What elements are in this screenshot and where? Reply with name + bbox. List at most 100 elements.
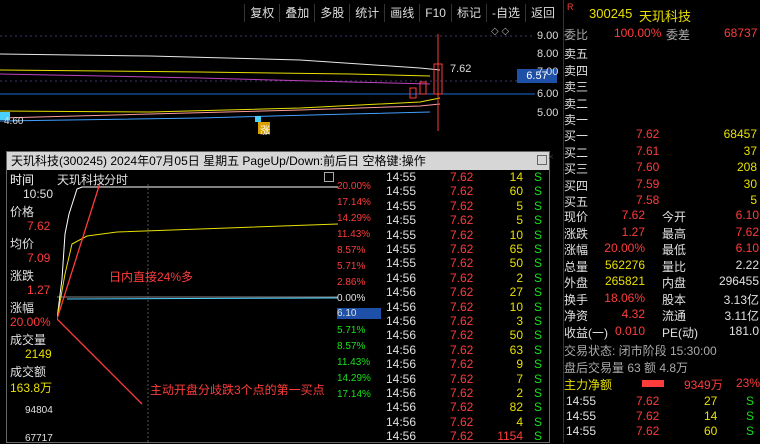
stat-value: 296455: [718, 274, 759, 288]
tick-volume: 63: [509, 342, 523, 357]
toolbar-button[interactable]: F10: [419, 4, 451, 22]
stat-value: 4.32: [621, 307, 645, 321]
vol-value: 2149: [25, 347, 52, 361]
stat-label: 内盘: [662, 276, 687, 290]
tick-volume: 50: [509, 256, 523, 271]
tick-side: S: [534, 357, 543, 372]
stat-value: 6.10: [735, 241, 759, 255]
ask-level: 卖一: [564, 113, 589, 127]
amt-label: 成交额: [10, 365, 47, 379]
popup-title[interactable]: 天玑科技(300245) 2024年07月05日 星期五 PageUp/Down…: [7, 152, 549, 170]
panel-toggle-icon[interactable]: [324, 172, 334, 182]
toolbar-button[interactable]: 返回: [524, 4, 560, 22]
tick-side: S: [534, 314, 543, 328]
bid-volume: 208: [736, 160, 757, 174]
stock-name: 天玑科技: [639, 9, 692, 24]
tick-row: 14:55 7.62 50 S: [382, 256, 551, 271]
stat-value: 7.62: [735, 224, 759, 239]
stat-value: 265821: [604, 274, 645, 288]
toolbar-button[interactable]: 画线: [384, 4, 419, 22]
order-ratio-row: 委比 100.00% 委差 68737: [564, 26, 760, 43]
maximize-icon[interactable]: [537, 155, 547, 165]
badge: R: [567, 2, 574, 12]
tick-time: 14:56: [386, 357, 417, 372]
tick-price: 7.62: [450, 256, 474, 271]
diamond-icon[interactable]: ◇ ◇: [491, 26, 509, 37]
bid-row: 买三 7.60 208: [564, 160, 760, 177]
tick-side: S: [534, 184, 543, 199]
status-text: 交易状态: 闭市阶段 15:30:00: [564, 344, 717, 358]
toolbar-button[interactable]: 多股: [314, 4, 349, 22]
tick-volume: 5: [516, 213, 523, 228]
tick-side: S: [534, 371, 543, 386]
annotation-text-1: 日内直接24%多: [109, 270, 194, 284]
quote-panel: R 300245 天玑科技 委比 100.00% 委差 68737 交易状态: …: [563, 0, 760, 443]
tick-side: S: [534, 429, 543, 444]
tick-time: 14:55: [386, 184, 417, 199]
tick-volume: 7: [516, 371, 523, 386]
tick-volume: 65: [509, 242, 523, 256]
bid-label: 买四: [564, 178, 589, 193]
trade-price: 7.62: [636, 394, 660, 408]
tick-time: 14:56: [386, 414, 417, 429]
stat-label: 净资: [564, 309, 589, 323]
pct-scale-label: 8.57%: [337, 341, 366, 352]
stat-label: 现价: [564, 210, 589, 224]
header-time: 时间: [10, 173, 35, 187]
tick-time: 14:56: [386, 400, 417, 415]
stat-value: 6.10: [735, 208, 759, 222]
bid-volume: 68457: [723, 127, 757, 141]
tick-table[interactable]: 14:55 7.62 14 S 14:55 7.62 60 S 14:55 7.62 5 S 14:55…: [382, 170, 551, 444]
bid-price: 7.58: [636, 193, 660, 207]
ask-level: 卖二: [564, 96, 589, 111]
tick-row: 14:55 7.62 60 S: [382, 184, 551, 199]
tick-volume: 10: [509, 299, 523, 314]
tick-side: S: [534, 270, 543, 285]
tick-price: 7.62: [450, 213, 474, 228]
tick-side: S: [534, 342, 543, 357]
tick-price: 7.62: [450, 357, 474, 372]
pct-value: 20.00%: [10, 315, 51, 329]
pct-scale-label: 11.43%: [337, 357, 371, 368]
stat-label: 最高: [662, 226, 687, 241]
trade-volume: 14: [704, 409, 718, 423]
tick-side: S: [534, 285, 543, 300]
chg-label: 涨跌: [10, 269, 35, 283]
diff-label: 委差: [666, 28, 691, 42]
tick-volume: 14: [509, 170, 523, 184]
bid-volume: 37: [743, 143, 757, 158]
toolbar-button[interactable]: 标记: [450, 4, 486, 22]
tick-row: 14:55 7.62 14 S: [382, 170, 551, 185]
stat-label: 流通: [662, 309, 687, 323]
tick-volume: 9: [516, 357, 523, 372]
bid-volume: 5: [750, 193, 757, 207]
tick-row: 14:55 7.62 65 S: [382, 242, 551, 257]
kline-chart[interactable]: 涨 4.60 7.62 6.57 9.00 8.00 7.00 6.00 5.0…: [0, 26, 560, 151]
tick-side: S: [534, 299, 543, 314]
pct-scale-label: 11.43%: [337, 229, 371, 240]
bid-row: 买四 7.59 30: [564, 177, 760, 194]
tick-time: 14:55: [386, 227, 417, 242]
y-axis-label: 9.00: [537, 30, 559, 42]
pct-scale-label: 20.00%: [337, 181, 371, 192]
pct-scale-label: 5.71%: [337, 325, 366, 336]
tick-price: 7.62: [450, 429, 474, 444]
close-icon[interactable]: ×: [548, 153, 558, 164]
trade-row: 14:55 7.62 60 S: [564, 424, 760, 441]
stat-value: 18.06%: [604, 290, 645, 305]
tick-time: 14:56: [386, 299, 417, 314]
stat-value: 3.13亿: [723, 292, 759, 307]
toolbar-button[interactable]: 叠加: [279, 4, 314, 22]
trade-side: S: [746, 424, 755, 438]
stat-label: 收益(一): [564, 325, 608, 340]
tick-price: 7.62: [450, 170, 474, 184]
bid-row: 买一 7.62 68457: [564, 127, 760, 144]
intraday-popup[interactable]: 天玑科技(300245) 2024年07月05日 星期五 PageUp/Down…: [6, 151, 554, 444]
stat-value: 7.62: [621, 208, 645, 222]
volume-line: [66, 297, 338, 300]
toolbar-button[interactable]: 复权: [244, 4, 279, 22]
toolbar-button[interactable]: 统计: [349, 4, 384, 22]
trade-volume: 60: [704, 424, 718, 438]
y-axis-label: 8.00: [537, 48, 559, 60]
toolbar-button[interactable]: -自选: [485, 4, 525, 22]
